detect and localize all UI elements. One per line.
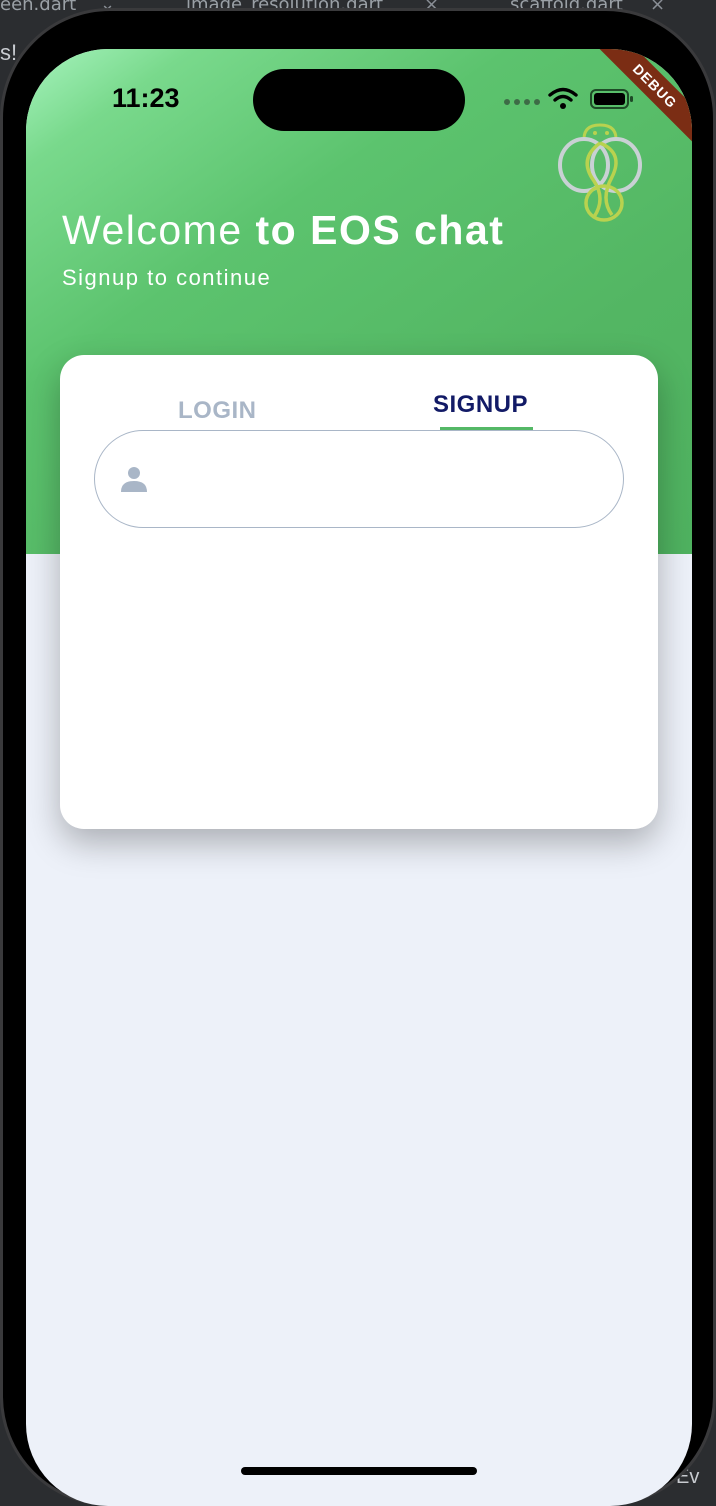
person-icon — [121, 467, 147, 492]
welcome-title: Welcome to EOS chat — [62, 207, 505, 253]
battery-icon — [590, 89, 633, 109]
name-field[interactable] — [94, 430, 624, 528]
ide-tab[interactable]: een.dart — [0, 0, 76, 15]
cellular-signal-icon — [504, 99, 540, 105]
app-screen: 11:23 DEBUG Welcome to EOS chat Signup t… — [26, 49, 692, 1506]
wifi-icon — [548, 87, 578, 109]
eos-logo-icon — [558, 123, 642, 222]
home-indicator[interactable] — [241, 1467, 477, 1475]
status-time: 11:23 — [112, 83, 180, 113]
dynamic-island — [253, 69, 465, 131]
close-icon[interactable]: × — [650, 0, 665, 15]
name-input[interactable] — [165, 455, 595, 505]
iphone-simulator: 11:23 DEBUG Welcome to EOS chat Signup t… — [0, 8, 716, 1506]
tab-login[interactable]: LOGIN — [178, 397, 257, 425]
auth-card: LOGIN SIGNUP — [60, 355, 658, 829]
subtitle: Signup to continue — [62, 265, 272, 290]
tab-signup[interactable]: SIGNUP — [433, 391, 528, 419]
